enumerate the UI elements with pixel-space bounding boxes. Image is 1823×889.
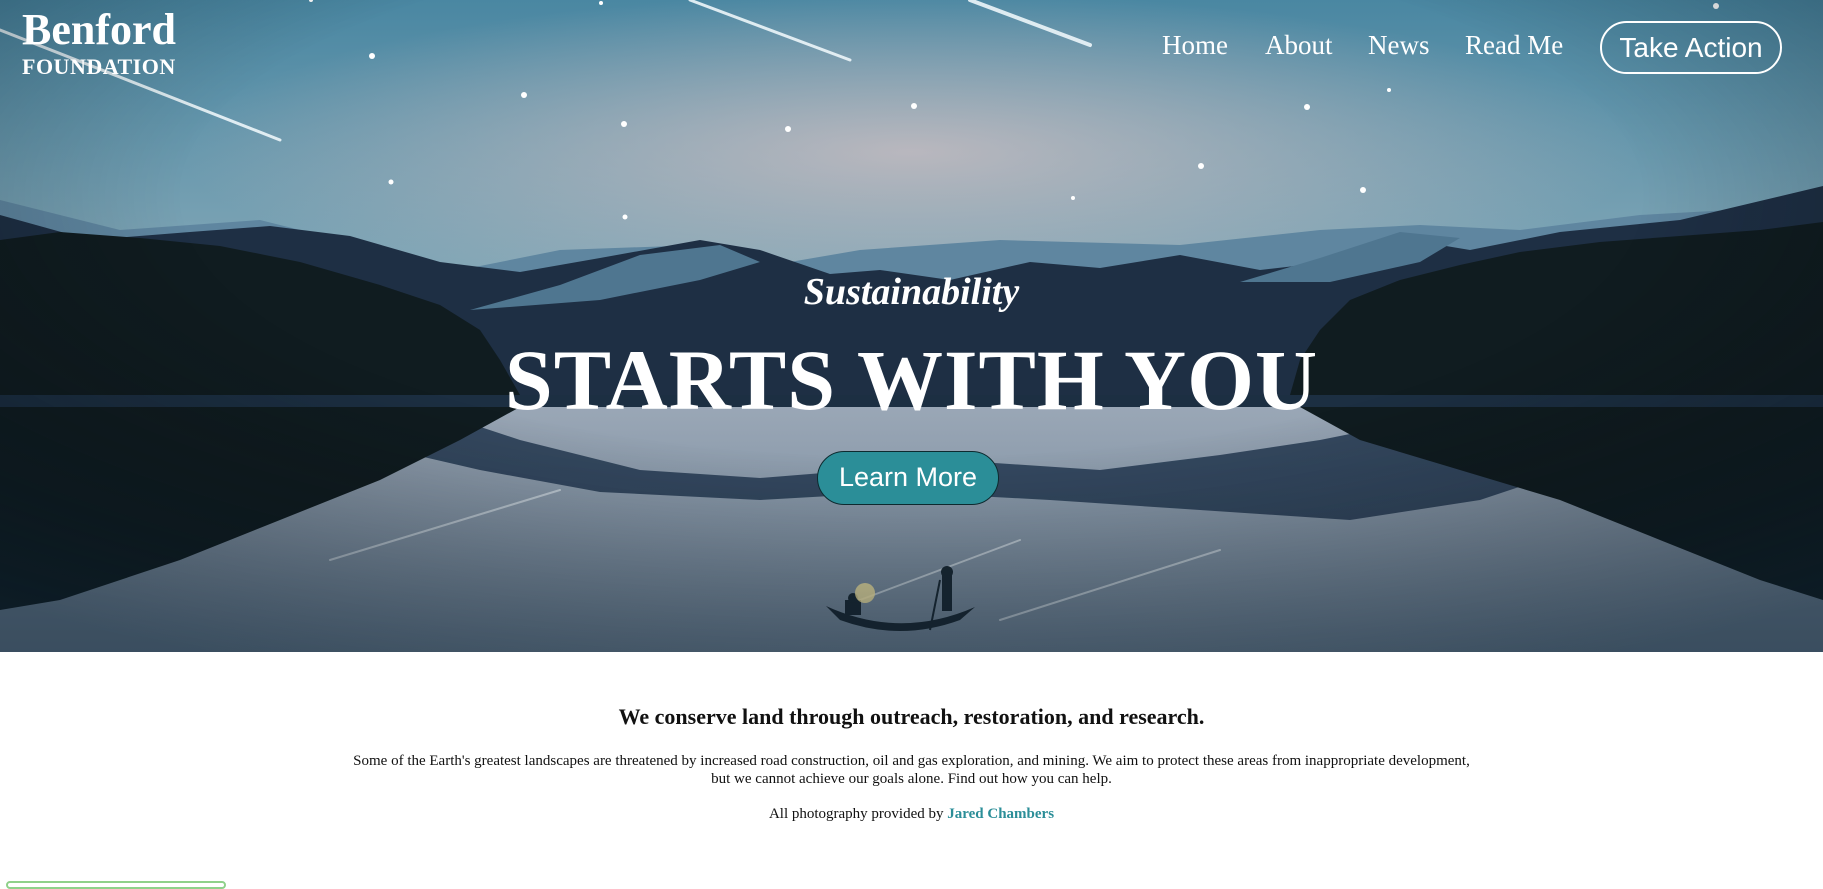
take-action-button[interactable]: Take Action (1600, 21, 1782, 74)
nav-read-me-link[interactable]: Read Me (1465, 30, 1563, 61)
intro-paragraph: Some of the Earth's greatest landscapes … (353, 753, 1470, 787)
hero-background-image (0, 0, 1823, 652)
brand-name: Benford (22, 5, 176, 54)
nav-news-link[interactable]: News (1368, 30, 1430, 61)
partial-button-edge[interactable] (6, 881, 226, 889)
hero-section: Benford FOUNDATION Home About News Read … (0, 0, 1823, 652)
brand-subtitle: FOUNDATION (22, 54, 176, 79)
brand-logo[interactable]: Benford FOUNDATION (22, 8, 176, 78)
hero-tagline: Sustainability (803, 271, 1020, 313)
nav-about-link[interactable]: About (1265, 30, 1333, 61)
intro-heading: We conserve land through outreach, resto… (618, 704, 1205, 729)
photo-credit-prefix: All photography provided by (768, 806, 948, 822)
learn-more-button[interactable]: Learn More (817, 451, 999, 505)
nav-home-link[interactable]: Home (1162, 30, 1228, 61)
photographer-link[interactable]: Jared Chambers (947, 806, 1054, 822)
photo-credit: All photography provided by Jared Chambe… (0, 806, 1823, 823)
hero-headline: STARTS WITH YOU (504, 332, 1319, 428)
